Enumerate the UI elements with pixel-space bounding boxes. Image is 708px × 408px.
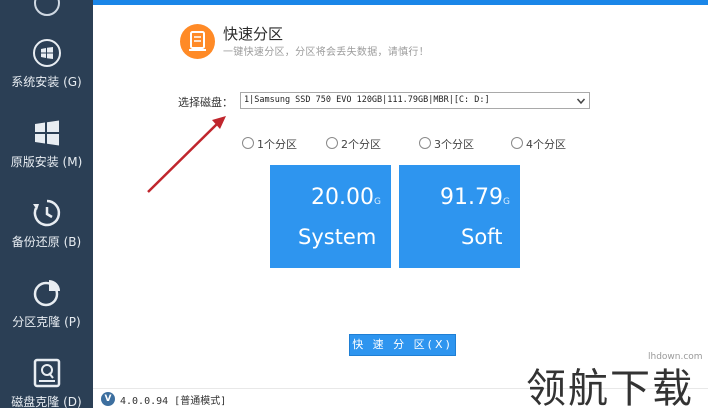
partition-name: System (298, 225, 377, 249)
radio-label: 1个分区 (257, 138, 297, 151)
clock-restore-icon (33, 199, 61, 227)
sidebar-item-system-install[interactable]: 系统安装 (G) (0, 18, 93, 98)
radio-label: 4个分区 (526, 138, 566, 151)
sidebar-item-partition-clone[interactable]: 分区克隆 (P) (0, 258, 93, 338)
red-arrow-annotation (147, 116, 226, 193)
radio-circle (511, 137, 523, 149)
partition-card-system[interactable]: 20.00 G System (270, 165, 391, 268)
radio-circle (326, 137, 338, 149)
version-icon: V (101, 392, 115, 406)
radio-label: 3个分区 (434, 138, 474, 151)
sidebar-item-backup-restore[interactable]: 备份还原 (B) (0, 178, 93, 258)
sidebar-item-label: 原版安装 (M) (10, 155, 83, 169)
sidebar-item-label: 系统安装 (G) (11, 75, 82, 89)
partition-name: Soft (461, 225, 503, 249)
partition-size: 20.00 (311, 185, 374, 210)
partition-card-soft[interactable]: 91.79 G Soft (399, 165, 520, 268)
radio-label: 2个分区 (341, 138, 381, 151)
watermark-text: 领航下载 (526, 366, 694, 408)
chevron-down-icon (576, 98, 586, 105)
sidebar: 系统安装 (G) 原版安装 (M) 备份还原 (B) 分区克隆 (P) 磁盘克隆… (0, 0, 93, 408)
partition-size: 91.79 (440, 185, 503, 210)
version-text: 4.0.0.94 [普通模式] (120, 396, 227, 407)
windows-tiles-icon (35, 120, 59, 146)
disk-select-label: 选择磁盘： (178, 96, 233, 109)
disk-icon (33, 358, 61, 388)
sidebar-item-original-install[interactable]: 原版安装 (M) (0, 98, 93, 178)
windows-icon (33, 39, 61, 67)
partition-unit: G (503, 197, 510, 207)
quick-partition-button[interactable]: 快 速 分 区(X) (349, 334, 456, 356)
quick-partition-icon (180, 24, 215, 59)
radio-circle (242, 137, 254, 149)
partition-unit: G (374, 197, 381, 207)
disk-select-dropdown[interactable]: 1|Samsung SSD 750 EVO 120GB|111.79GB|MBR… (240, 92, 590, 109)
radio-circle (419, 137, 431, 149)
sidebar-item-disk-clone[interactable]: 磁盘克隆 (D) (0, 338, 93, 408)
top-accent-bar (0, 0, 708, 5)
partial-icon (34, 0, 60, 16)
sidebar-item-label: 备份还原 (B) (11, 235, 82, 249)
sidebar-item-label: 磁盘克隆 (D) (11, 395, 82, 408)
disk-select-value: 1|Samsung SSD 750 EVO 120GB|111.79GB|MBR… (244, 95, 490, 105)
sidebar-item-label: 分区克隆 (P) (12, 315, 81, 329)
pie-chart-icon (33, 280, 60, 307)
page-title: 快速分区 (223, 25, 284, 43)
page-subtitle: 一键快速分区，分区将会丢失数据，请慎行！ (223, 47, 429, 58)
